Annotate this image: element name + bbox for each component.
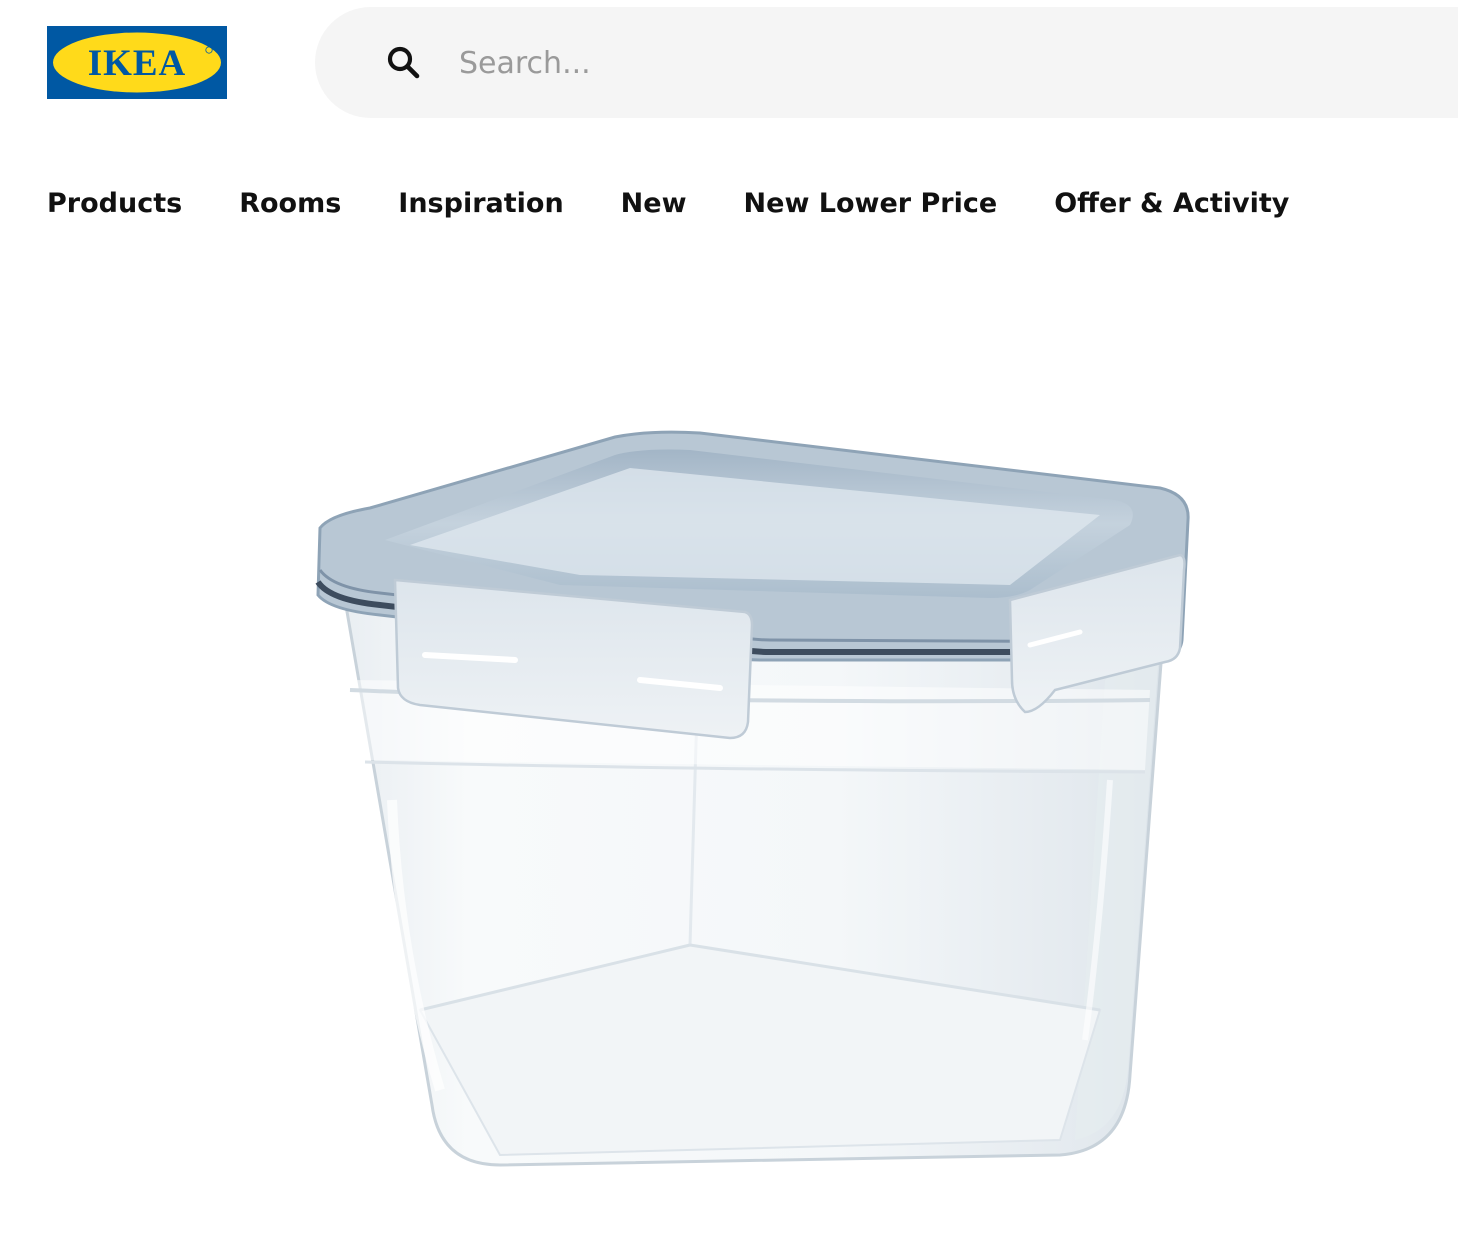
search-icon[interactable]: [385, 44, 421, 80]
nav-item-products[interactable]: Products: [47, 183, 182, 225]
main-nav: Products Rooms Inspiration New New Lower…: [47, 183, 1289, 225]
svg-text:IKEA: IKEA: [88, 43, 187, 84]
nav-item-new-lower-price[interactable]: New Lower Price: [744, 183, 998, 225]
nav-item-offer-activity[interactable]: Offer & Activity: [1054, 183, 1289, 225]
product-image[interactable]: [290, 410, 1210, 1210]
page: IKEA Products Rooms Inspiration New New …: [0, 0, 1458, 1252]
nav-item-rooms[interactable]: Rooms: [239, 183, 341, 225]
nav-item-inspiration[interactable]: Inspiration: [398, 183, 563, 225]
search-input[interactable]: [459, 33, 1419, 93]
ikea-logo[interactable]: IKEA: [47, 26, 227, 99]
nav-item-new[interactable]: New: [621, 183, 687, 225]
